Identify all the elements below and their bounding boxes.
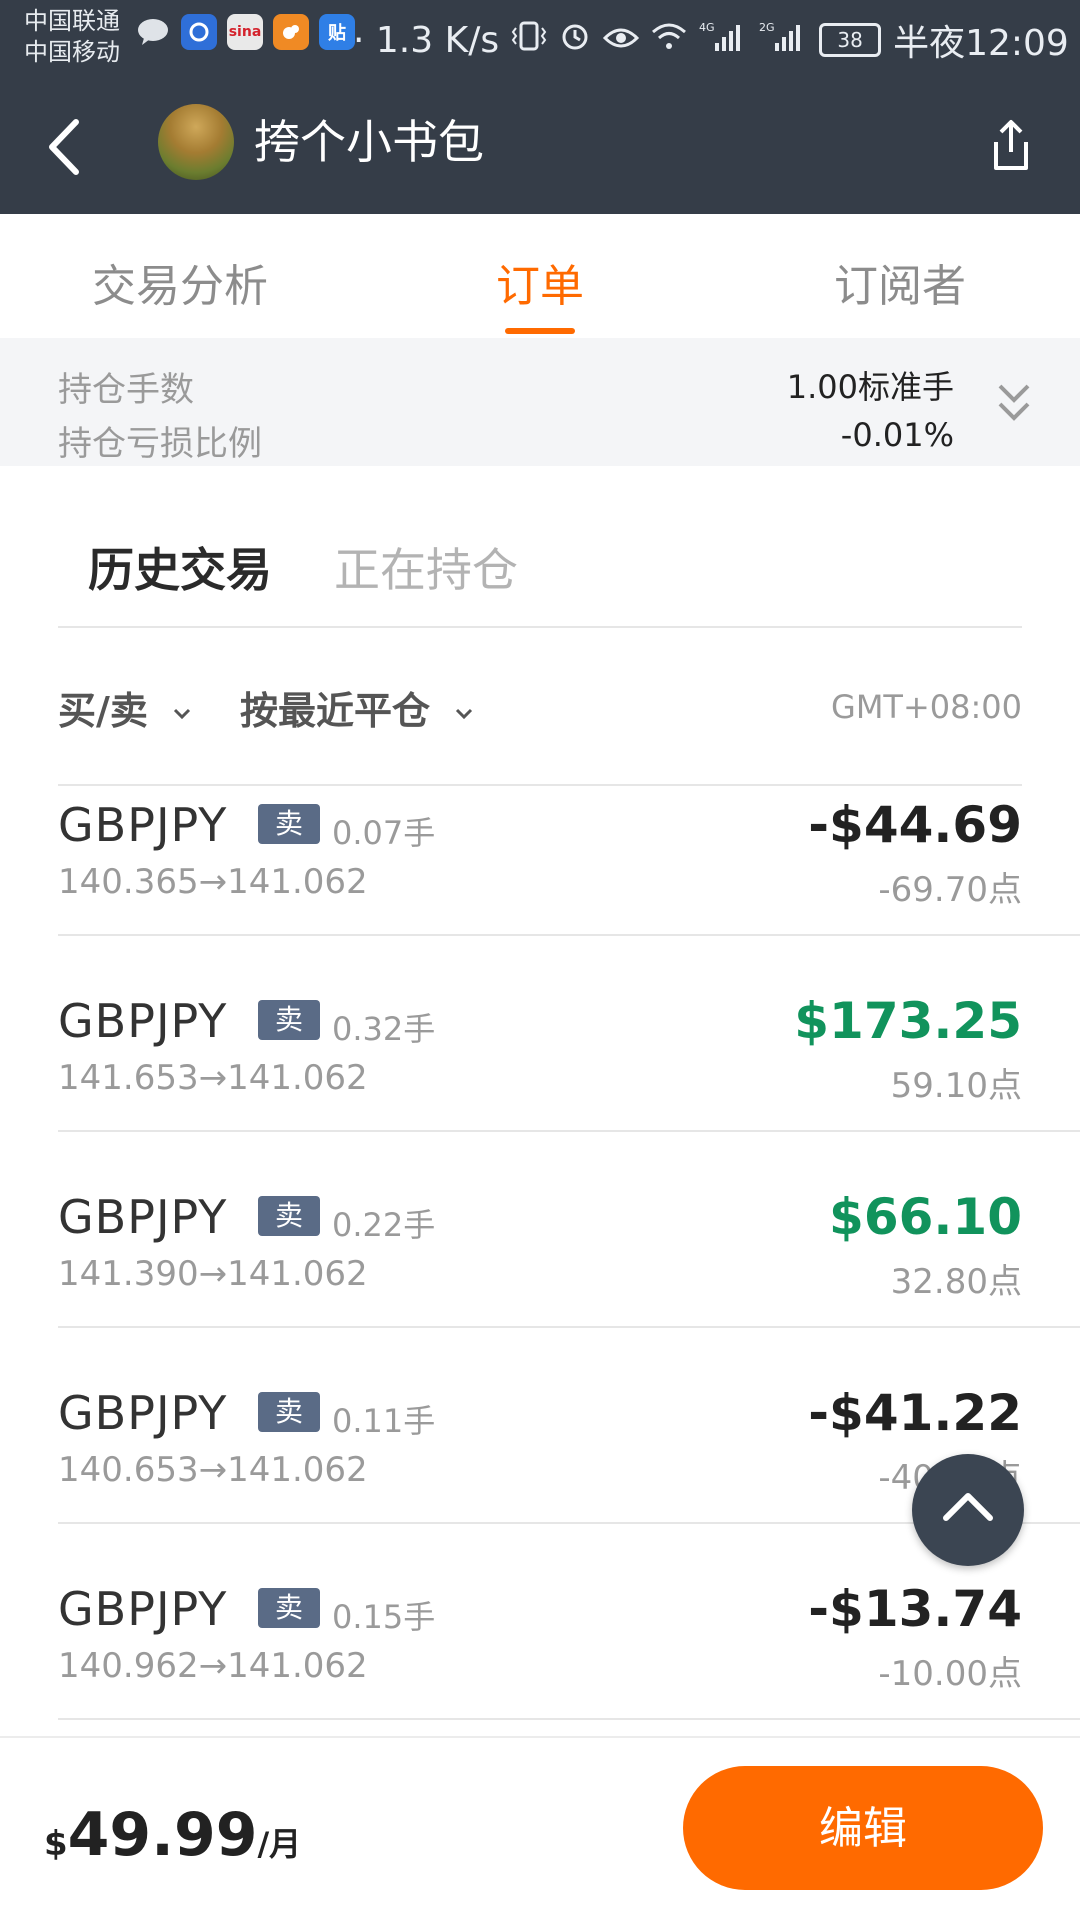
row-divider — [58, 1130, 1080, 1132]
app-header: 中国联通 中国移动 sina 贴 · 1.3 K/s 4G 2G 38 半夜12… — [0, 0, 1080, 214]
tab-active-indicator — [505, 328, 575, 334]
order-lots: 0.32手 — [332, 1010, 436, 1048]
order-lots: 0.22手 — [332, 1206, 436, 1244]
timezone-label: GMT+08:00 — [831, 688, 1022, 726]
order-symbol: GBPJPY — [58, 994, 228, 1048]
tab-bar: 交易分析 订单 订阅者 — [0, 228, 1080, 338]
scroll-top-button[interactable] — [912, 1454, 1024, 1566]
position-summary[interactable]: 持仓手数 1.00标准手 持仓亏损比例 -0.01% — [0, 338, 1080, 466]
row-divider — [58, 1326, 1080, 1328]
positions-label: 持仓手数 — [58, 370, 194, 410]
tab-orders[interactable]: 订单 — [496, 250, 584, 314]
history-subtabs: 历史交易 正在持仓 — [0, 520, 1080, 620]
carrier-1: 中国联通 — [24, 7, 120, 35]
side-filter-label: 买/卖 — [58, 689, 148, 733]
wifi-icon — [651, 20, 687, 61]
order-symbol: GBPJPY — [58, 1582, 228, 1636]
order-prices: 141.390→141.062 — [58, 1254, 368, 1294]
order-points: -10.00点 — [878, 1654, 1022, 1694]
bottom-bar: $49.99/月 编辑 — [0, 1736, 1080, 1922]
svg-text:4G: 4G — [699, 21, 715, 34]
order-points: -69.70点 — [878, 870, 1022, 910]
order-prices: 141.653→141.062 — [58, 1058, 368, 1098]
order-row[interactable]: GBPJPY 卖 0.32手 141.653→141.062 $173.25 5… — [0, 982, 1080, 1178]
positions-value: 1.00标准手 — [786, 368, 954, 406]
order-lots: 0.11手 — [332, 1402, 436, 1440]
order-row[interactable]: GBPJPY 卖 0.22手 141.390→141.062 $66.10 32… — [0, 1178, 1080, 1374]
order-pl: -$44.69 — [808, 796, 1022, 854]
order-prices: 140.653→141.062 — [58, 1450, 368, 1490]
price-period: /月 — [257, 1825, 302, 1863]
carrier-2: 中国移动 — [24, 38, 120, 66]
row-divider — [58, 1718, 1080, 1720]
vibrate-icon — [511, 20, 547, 61]
subscription-price: $49.99/月 — [44, 1800, 301, 1870]
notification-icons: sina 贴 — [135, 14, 355, 50]
chat-icon — [135, 14, 171, 50]
clock: 半夜12:09 — [893, 23, 1069, 64]
signal-4g-icon: 4G — [699, 19, 747, 62]
pl-ratio-label: 持仓亏损比例 — [58, 424, 262, 464]
status-bar: 中国联通 中国移动 sina 贴 · 1.3 K/s 4G 2G 38 半夜12… — [0, 0, 1080, 75]
subtab-history[interactable]: 历史交易 — [88, 534, 272, 600]
order-prices: 140.365→141.062 — [58, 862, 368, 902]
order-pl: $173.25 — [794, 992, 1022, 1050]
battery-icon: 38 — [819, 23, 882, 57]
carrier-info: 中国联通 中国移动 — [24, 6, 120, 68]
order-row[interactable]: GBPJPY 卖 0.07手 140.365→141.062 -$44.69 -… — [0, 786, 1080, 982]
order-points: 32.80点 — [890, 1262, 1022, 1302]
pl-ratio-value: -0.01% — [840, 416, 954, 454]
tab-analysis[interactable]: 交易分析 — [92, 250, 268, 314]
signal-2g-icon: 2G — [759, 19, 807, 62]
status-right: · 1.3 K/s 4G 2G 38 半夜12:09 — [353, 14, 1069, 66]
chevron-down-icon — [456, 708, 473, 719]
order-symbol: GBPJPY — [58, 1386, 228, 1440]
side-badge: 卖 — [258, 1196, 320, 1236]
order-pl: $66.10 — [829, 1188, 1022, 1246]
page-title: 挎个小书包 — [254, 115, 484, 169]
chevron-down-icon — [174, 708, 191, 719]
order-symbol: GBPJPY — [58, 1190, 228, 1244]
order-prices: 140.962→141.062 — [58, 1646, 368, 1686]
share-icon[interactable] — [986, 118, 1036, 174]
tab-subscribers[interactable]: 订阅者 — [834, 250, 966, 314]
browser-icon — [181, 14, 217, 50]
side-badge: 卖 — [258, 1000, 320, 1040]
double-chevron-down-icon[interactable] — [994, 380, 1034, 426]
side-badge: 卖 — [258, 1588, 320, 1628]
price-currency: $ — [44, 1824, 68, 1864]
eye-icon — [602, 20, 640, 61]
subtab-holding[interactable]: 正在持仓 — [334, 534, 518, 600]
side-badge: 卖 — [258, 804, 320, 844]
net-speed: · 1.3 K/s — [353, 19, 500, 61]
divider — [58, 626, 1022, 628]
edit-button[interactable]: 编辑 — [683, 1766, 1043, 1890]
svg-text:2G: 2G — [759, 21, 775, 34]
tieba-icon: 贴 — [319, 14, 355, 50]
chevron-up-icon — [943, 1493, 993, 1521]
sort-filter-label: 按最近平仓 — [240, 689, 431, 733]
order-symbol: GBPJPY — [58, 798, 228, 852]
uc-icon — [273, 14, 309, 50]
order-lots: 0.15手 — [332, 1598, 436, 1636]
avatar[interactable] — [158, 104, 234, 180]
nav-bar: 挎个小书包 — [0, 90, 1080, 200]
chevron-left-icon[interactable] — [40, 112, 90, 182]
order-pl: -$41.22 — [808, 1384, 1022, 1442]
order-pl: -$13.74 — [808, 1580, 1022, 1638]
side-badge: 卖 — [258, 1392, 320, 1432]
row-divider — [58, 934, 1080, 936]
alarm-icon — [559, 20, 591, 61]
sort-filter[interactable]: 按最近平仓 — [240, 680, 473, 735]
price-amount: 49.99 — [67, 1800, 258, 1870]
order-lots: 0.07手 — [332, 814, 436, 852]
sina-icon: sina — [227, 14, 263, 50]
order-points: 59.10点 — [890, 1066, 1022, 1106]
side-filter[interactable]: 买/卖 — [58, 680, 191, 735]
